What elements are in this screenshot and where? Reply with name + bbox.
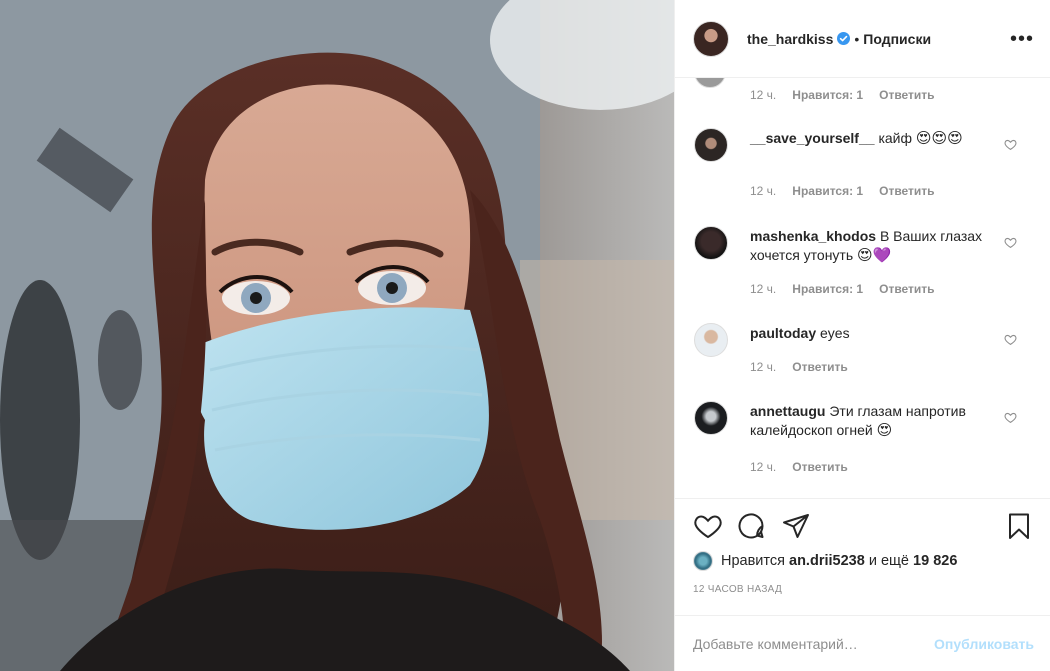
- post-actions-section: Нравится an.drii5238 и ещё 19 826 12 ЧАС…: [675, 498, 1050, 671]
- comment-avatar[interactable]: [694, 128, 728, 162]
- comment-avatar[interactable]: [694, 78, 726, 88]
- comment-meta: 12 ч. Нравится: 1 Ответить: [750, 184, 935, 198]
- author-avatar[interactable]: [693, 20, 729, 57]
- comment-time: 12 ч.: [750, 360, 777, 374]
- comment-time: 12 ч.: [750, 282, 777, 296]
- comment-time: 12 ч.: [750, 88, 777, 102]
- reply-button[interactable]: Ответить: [879, 184, 934, 198]
- reply-button[interactable]: Ответить: [792, 360, 847, 374]
- comment-likes-count[interactable]: Нравится: 1: [792, 184, 863, 198]
- comment-meta: 12 ч. Нравится: 1 Ответить: [750, 88, 935, 102]
- comment-avatar[interactable]: [694, 226, 728, 260]
- heart-outline-icon[interactable]: [1004, 411, 1017, 424]
- comment-avatar[interactable]: [694, 401, 728, 435]
- selfie-illustration: [0, 0, 674, 671]
- post-timestamp[interactable]: 12 ЧАСОВ НАЗАД: [693, 584, 782, 595]
- bookmark-icon[interactable]: [1004, 511, 1034, 541]
- comment-username[interactable]: annettaugu: [750, 403, 825, 419]
- likes-prefix: Нравится: [721, 553, 785, 569]
- comment-username[interactable]: __save_yourself__: [750, 130, 875, 146]
- add-comment-bar: Добавьте комментарий… Опубликовать: [675, 615, 1050, 671]
- reply-button[interactable]: Ответить: [879, 282, 934, 296]
- header-separator: •: [854, 30, 860, 47]
- post-header: the_hardkiss • Подписки •••: [675, 0, 1050, 78]
- verified-badge-icon: [837, 32, 851, 45]
- comment-emoji: 😍: [876, 422, 893, 439]
- comment-input[interactable]: Добавьте комментарий…: [693, 636, 934, 652]
- heart-outline-icon[interactable]: [1004, 236, 1017, 249]
- comment-icon[interactable]: [736, 511, 766, 541]
- post-photo[interactable]: [0, 0, 674, 671]
- reply-button[interactable]: Ответить: [792, 460, 847, 474]
- following-button[interactable]: Подписки: [863, 31, 931, 47]
- more-options-icon[interactable]: •••: [1010, 29, 1034, 49]
- comment-meta: 12 ч. Ответить: [750, 460, 848, 474]
- comment-text: кайф: [878, 130, 912, 146]
- reply-button[interactable]: Ответить: [879, 88, 934, 102]
- heart-outline-icon[interactable]: [1004, 333, 1017, 346]
- likes-count[interactable]: 19 826: [913, 553, 957, 569]
- comment-username[interactable]: paultoday: [750, 325, 816, 341]
- comment-text: eyes: [820, 325, 850, 341]
- comment-time: 12 ч.: [750, 460, 777, 474]
- publish-button[interactable]: Опубликовать: [934, 636, 1034, 652]
- action-icons-row: [693, 511, 1034, 541]
- comment-emoji: 😍💜: [857, 247, 892, 264]
- comment-meta: 12 ч. Ответить: [750, 360, 848, 374]
- comment-meta: 12 ч. Нравится: 1 Ответить: [750, 282, 935, 296]
- comment-likes-count[interactable]: Нравится: 1: [792, 282, 863, 296]
- liker-username[interactable]: an.drii5238: [789, 553, 865, 569]
- paper-plane-icon[interactable]: [781, 511, 811, 541]
- heart-icon[interactable]: [693, 511, 723, 541]
- post-side-panel: the_hardkiss • Подписки ••• 12 ч. Нравит…: [674, 0, 1050, 671]
- comments-list[interactable]: 12 ч. Нравится: 1 Ответить __save_yourse…: [675, 78, 1050, 498]
- comment-username[interactable]: mashenka_khodos: [750, 228, 876, 244]
- liker-avatar[interactable]: [693, 551, 713, 571]
- comment-avatar[interactable]: [694, 323, 728, 357]
- instagram-post-view: the_hardkiss • Подписки ••• 12 ч. Нравит…: [0, 0, 1050, 671]
- comment-emoji: 😍😍😍: [915, 130, 963, 147]
- comment-time: 12 ч.: [750, 184, 777, 198]
- comment-likes-count[interactable]: Нравится: 1: [792, 88, 863, 102]
- heart-outline-icon[interactable]: [1004, 138, 1017, 151]
- likes-joiner: и ещё: [868, 553, 909, 569]
- likes-summary: Нравится an.drii5238 и ещё 19 826: [693, 551, 957, 571]
- author-username[interactable]: the_hardkiss: [747, 31, 833, 47]
